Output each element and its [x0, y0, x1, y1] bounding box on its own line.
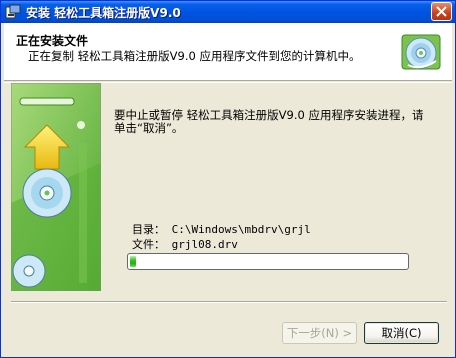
installer-icon: [5, 4, 21, 20]
cancel-button[interactable]: 取消(C): [364, 322, 439, 344]
header-description: 正在复制 轻松工具箱注册版V9.0 应用程序文件到您的计算机中。: [28, 49, 361, 63]
title-bar[interactable]: 安装 轻松工具箱注册版V9.0: [1, 1, 455, 23]
header-title: 正在安装文件: [16, 34, 89, 48]
footer-separator: [11, 301, 447, 303]
side-panel-graphic: [10, 82, 102, 292]
close-button[interactable]: [431, 2, 452, 21]
cd-disc-icon: [400, 31, 444, 78]
header-band: 正在安装文件 正在复制 轻松工具箱注册版V9.0 应用程序文件到您的计算机中。: [4, 23, 452, 81]
file-line: 文件： grjl08.drv: [132, 238, 238, 251]
window-title: 安装 轻松工具箱注册版V9.0: [26, 6, 181, 20]
next-button[interactable]: 下一步(N) >: [282, 322, 357, 344]
progress-fill: [130, 256, 136, 267]
directory-line: 目录： C:\Windows\mbdrv\grjl: [132, 223, 311, 236]
installer-window: 安装 轻松工具箱注册版V9.0 正在安装文件 正在复制 轻松工具箱注册版V9.0…: [0, 0, 456, 358]
progress-bar: [127, 253, 409, 270]
abort-instruction: 要中止或暂停 轻松工具箱注册版V9.0 应用程序安装进程，请单击“取消”。: [114, 108, 424, 135]
close-icon: [436, 6, 447, 17]
